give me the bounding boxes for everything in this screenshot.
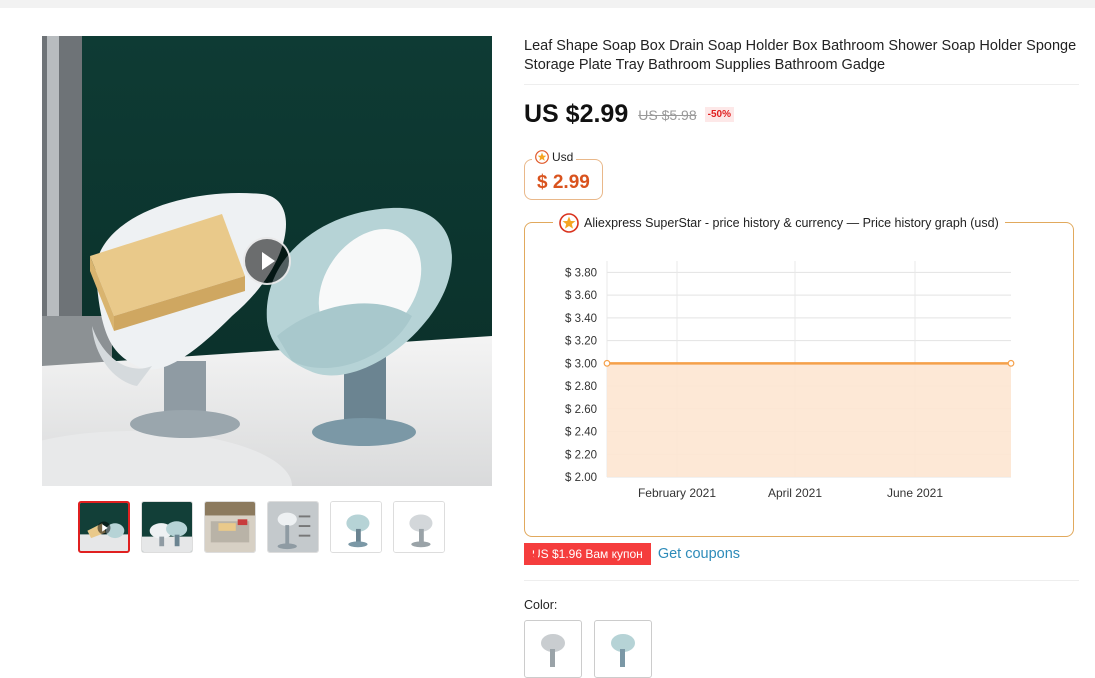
superstar-icon: [535, 150, 549, 164]
x-tick-label: June 2021: [887, 486, 943, 500]
top-bar: [0, 0, 1095, 8]
thumbnail-video-image: [80, 503, 128, 551]
current-price: US $2.99: [524, 100, 629, 128]
coupon-row: US $1.96 Вам купон Get coupons: [524, 543, 740, 565]
y-tick-label: $ 2.00: [565, 472, 597, 484]
play-icon: [262, 252, 275, 270]
original-price: US $5.98: [638, 106, 697, 123]
thumbnail-4[interactable]: [267, 501, 319, 553]
product-title: Leaf Shape Soap Box Drain Soap Holder Bo…: [524, 38, 1077, 73]
y-tick-label: $ 3.60: [565, 290, 597, 302]
y-tick-label: $ 3.00: [565, 358, 597, 370]
superstar-icon: [559, 213, 579, 233]
color-option-blue[interactable]: [594, 620, 652, 678]
divider: [524, 84, 1079, 85]
thumbnail-image: [268, 502, 318, 552]
x-tick-label: April 2021: [768, 486, 822, 500]
thumbnail-image: [205, 502, 255, 552]
coupon-badge: US $1.96 Вам купон: [524, 543, 651, 565]
thumbnail-6[interactable]: [393, 501, 445, 553]
graph-legend-text: Aliexpress SuperStar - price history & c…: [584, 216, 999, 230]
y-tick-label: $ 3.40: [565, 313, 597, 325]
currency-label-wrap: Usd: [532, 150, 577, 164]
currency-price: $ 2.99: [537, 172, 590, 193]
currency-price-box: Usd $ 2.99: [524, 150, 603, 200]
y-tick-label: $ 2.80: [565, 381, 597, 393]
graph-legend: Aliexpress SuperStar - price history & c…: [553, 213, 1005, 233]
thumbnail-5[interactable]: [330, 501, 382, 553]
y-tick-label: $ 3.20: [565, 336, 597, 348]
get-coupons-link[interactable]: Get coupons: [658, 546, 740, 562]
color-label: Color:: [524, 598, 558, 612]
y-tick-label: $ 2.60: [565, 404, 597, 416]
color-option-image: [541, 634, 565, 667]
divider: [524, 580, 1079, 581]
x-tick-label: February 2021: [638, 486, 716, 500]
data-point: [603, 359, 611, 367]
currency-label: Usd: [552, 150, 574, 164]
color-options: [524, 620, 652, 678]
main-product-image[interactable]: [42, 36, 492, 486]
y-tick-label: $ 2.40: [565, 427, 597, 439]
thumbnail-2[interactable]: [141, 501, 193, 553]
thumbnail-strip: [78, 501, 445, 553]
price-history-chart[interactable]: $ 3.80 $ 3.60 $ 3.40 $ 3.20 $ 3.00 $ 2.80 $ 2.…: [525, 243, 1073, 518]
play-video-button[interactable]: [243, 237, 291, 285]
color-option-gray[interactable]: [524, 620, 582, 678]
color-option-image: [611, 634, 635, 667]
series-area: [607, 363, 1011, 477]
price-history-panel: Aliexpress SuperStar - price history & c…: [524, 213, 1074, 537]
thumbnail-image: [142, 502, 192, 552]
thumbnail-image: [394, 502, 444, 552]
thumbnail-image: [331, 502, 381, 552]
price-row: US $2.99 US $5.98 -50%: [524, 100, 734, 129]
data-point: [1007, 359, 1015, 367]
discount-badge: -50%: [704, 107, 734, 122]
y-tick-label: $ 2.20: [565, 449, 597, 461]
thumbnail-3[interactable]: [204, 501, 256, 553]
thumbnail-1[interactable]: [78, 501, 130, 553]
y-tick-label: $ 3.80: [565, 267, 597, 279]
